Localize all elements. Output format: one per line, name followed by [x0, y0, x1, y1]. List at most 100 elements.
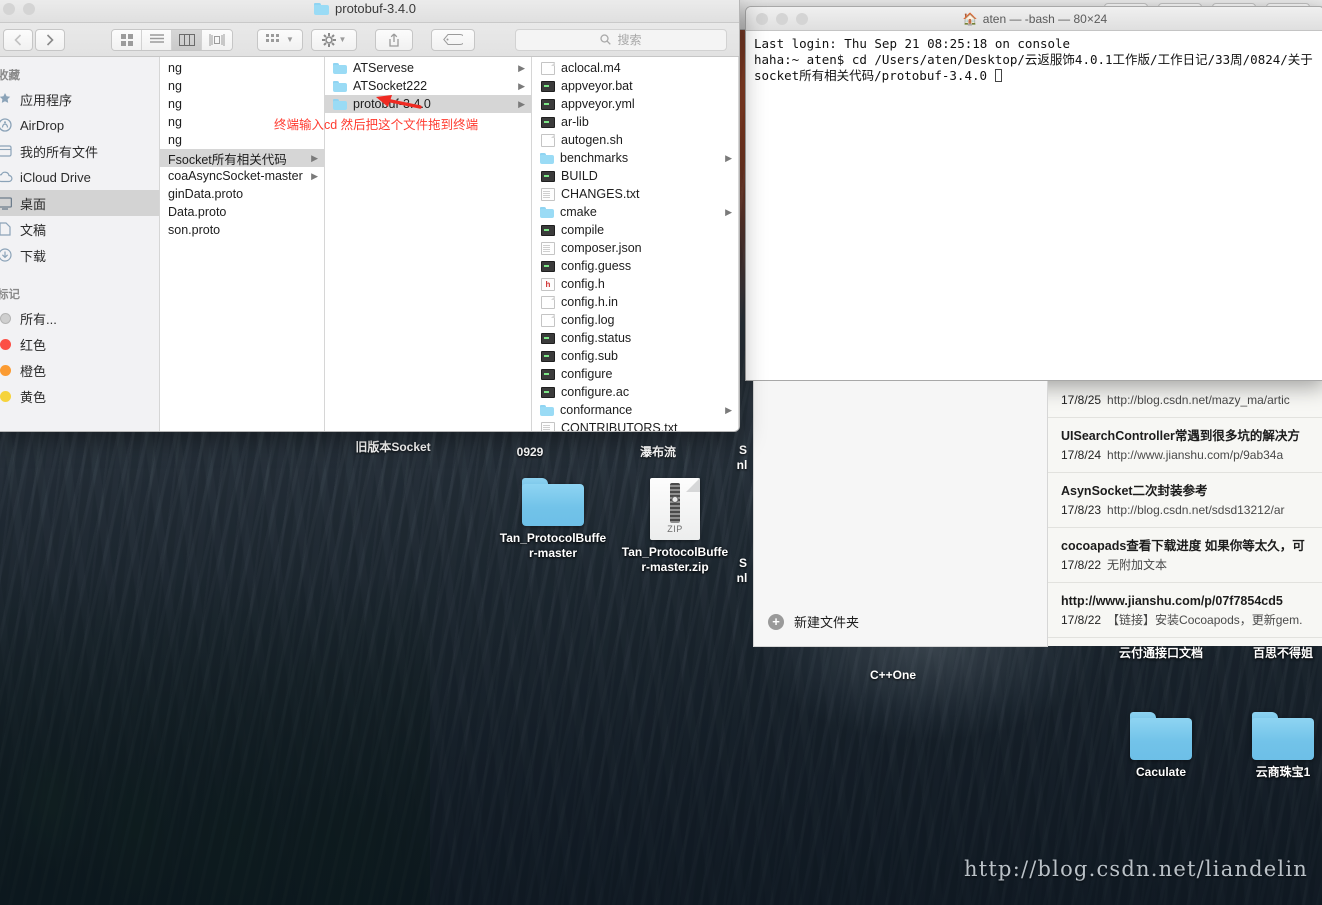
terminal-output[interactable]: Last login: Thu Sep 21 08:25:18 on conso… [746, 31, 1322, 89]
annotation-text: 终端输入cd 然后把这个文件拖到终端 [274, 118, 479, 132]
file-row-label: appveyor.yml [561, 97, 635, 111]
sidebar-item-6[interactable]: 下载 [0, 242, 159, 268]
finder-window[interactable]: protobuf-3.4.0 ▼ ▼ 搜索 藏 应用程序 AirDrop 我的所… [0, 0, 740, 432]
file-row[interactable]: ng [160, 131, 324, 149]
file-row-label: son.proto [168, 223, 221, 237]
file-row[interactable]: ng [160, 59, 324, 77]
sidebar-item-1[interactable]: AirDrop [0, 112, 159, 138]
file-row[interactable]: protobuf-3.4.0 ▶ [325, 95, 531, 113]
sidebar-item-4[interactable]: 桌面 [0, 190, 159, 216]
file-row[interactable]: autogen.sh [532, 131, 738, 149]
sidebar-tag-label: 橙色 [20, 363, 47, 379]
desktop-icon-yunshang-zhubao-1[interactable]: 云商珠宝1 [1228, 712, 1322, 780]
note-meta: 17/8/24 http://www.jianshu.com/p/9ab34a [1061, 447, 1314, 463]
note-snippet: http://blog.csdn.net/sdsd13212/ar [1107, 503, 1285, 517]
list-view-button[interactable] [142, 29, 172, 50]
file-row[interactable]: ATServese ▶ [325, 59, 531, 77]
sidebar-tag-item-0[interactable]: 所有... [0, 305, 159, 331]
file-row[interactable]: ng [160, 95, 324, 113]
file-row[interactable]: configure.ac [532, 383, 738, 401]
file-row[interactable]: h config.h [532, 275, 738, 293]
file-row[interactable]: appveyor.yml [532, 95, 738, 113]
file-row[interactable]: benchmarks ▶ [532, 149, 738, 167]
executable-icon [541, 225, 555, 236]
terminal-cursor [994, 69, 1002, 82]
file-row[interactable]: config.log [532, 311, 738, 329]
file-row[interactable]: ATSocket222 ▶ [325, 77, 531, 95]
desktop-icon-tan-protocolbuffer-master-zip[interactable]: ZIP Tan_ProtocolBuffer-master.zip [620, 478, 730, 575]
finder-column-4[interactable]: aclocal.m4 appveyor.bat appveyor.yml ar-lib… [532, 57, 739, 431]
sidebar-item-2[interactable]: 我的所有文件 [0, 138, 159, 164]
file-row-label: ng [168, 115, 182, 129]
finder-toolbar[interactable]: ▼ ▼ 搜索 [0, 23, 739, 57]
column-view-button[interactable] [172, 29, 202, 50]
desktop-label-cpp-one: C++One [869, 668, 917, 682]
folder-icon [333, 80, 347, 93]
tag-dot-icon [0, 363, 13, 377]
file-row[interactable]: cmake ▶ [532, 203, 738, 221]
search-icon [600, 34, 612, 45]
terminal-title-text: aten — -bash — 80×24 [982, 11, 1108, 26]
view-mode-segmented-control[interactable] [111, 28, 233, 51]
sidebar-tag-item-1[interactable]: 红色 [0, 331, 159, 357]
sidebar-item-0[interactable]: 应用程序 [0, 86, 159, 112]
sidebar-tag-item-2[interactable]: 橙色 [0, 357, 159, 383]
file-row[interactable]: configure [532, 365, 738, 383]
sidebar-tag-label: 黄色 [20, 389, 47, 405]
file-row[interactable]: CONTRIBUTORS.txt [532, 419, 738, 431]
file-row[interactable]: config.guess [532, 257, 738, 275]
file-row[interactable]: CHANGES.txt [532, 185, 738, 203]
note-list-item[interactable]: UISearchController常遇到很多坑的解决方 17/8/24 http:… [1047, 418, 1322, 473]
chevron-right-icon: ▶ [725, 152, 732, 163]
file-row[interactable]: conformance ▶ [532, 401, 738, 419]
file-row[interactable]: ng [160, 77, 324, 95]
file-row[interactable]: ar-lib [532, 113, 738, 131]
note-date: 17/8/25 [1061, 393, 1102, 407]
plus-icon[interactable]: + [768, 613, 784, 630]
back-button[interactable] [3, 28, 33, 51]
desktop-icon-label: Tan_ProtocolBuffer-master.zip [621, 545, 729, 574]
file-row[interactable]: BUILD [532, 167, 738, 185]
file-row[interactable]: aclocal.m4 [532, 59, 738, 77]
desktop-icon-tan-protocolbuffer-master[interactable]: Tan_ProtocolBuffer-master [498, 478, 608, 561]
zip-archive-icon: ZIP [650, 478, 700, 540]
terminal-window[interactable]: 🏠 aten — -bash — 80×24 Last login: Thu S… [745, 6, 1322, 381]
desktop-label-waterfall: 瀑布流 [639, 445, 676, 459]
share-button[interactable] [375, 28, 413, 51]
coverflow-view-button[interactable] [202, 29, 232, 50]
terminal-line-1: Last login: Thu Sep 21 08:25:18 on conso… [754, 36, 1071, 51]
note-list-item[interactable]: cocoapads查看下载进度 如果你等太久，可 17/8/22 无附加文本 [1047, 528, 1322, 583]
file-row[interactable]: Data.proto [160, 203, 324, 221]
file-row[interactable]: son.proto [160, 221, 324, 239]
file-row[interactable]: Fsocket所有相关代码 ▶ [160, 149, 324, 167]
note-list-item[interactable]: 17/8/25 http://blog.csdn.net/mazy_ma/arti… [1047, 379, 1322, 418]
arrange-by-button[interactable]: ▼ [257, 28, 303, 51]
file-row[interactable]: config.status [532, 329, 738, 347]
search-input[interactable]: 搜索 [515, 28, 727, 51]
icon-view-button[interactable] [112, 29, 142, 50]
new-folder-panel[interactable]: + 新建文件夹 [753, 597, 1048, 647]
annotation-arrow-icon [376, 93, 422, 116]
file-row[interactable]: ginData.proto [160, 185, 324, 203]
file-row[interactable]: composer.json [532, 239, 738, 257]
file-row-label: CONTRIBUTORS.txt [561, 421, 678, 431]
file-row[interactable]: compile [532, 221, 738, 239]
note-meta: 17/8/22 无附加文本 [1061, 557, 1314, 573]
header-file-icon: h [541, 277, 555, 291]
desktop-icon-caculate[interactable]: Caculate [1106, 712, 1216, 780]
finder-sidebar[interactable]: 收藏 应用程序 AirDrop 我的所有文件 iCloud Drive 桌面文稿下载 标… [0, 57, 160, 431]
forward-button[interactable] [35, 28, 65, 51]
file-row-label: ginData.proto [168, 187, 244, 201]
sidebar-tag-item-3[interactable]: 黄色 [0, 383, 159, 409]
desktop-label-edge-nl1: nl [736, 458, 748, 472]
file-row[interactable]: coaAsyncSocket-master ▶ [160, 167, 324, 185]
action-menu-button[interactable]: ▼ [311, 28, 357, 51]
sidebar-item-3[interactable]: iCloud Drive [0, 164, 159, 190]
note-list-item[interactable]: AsynSocket二次封装参考 17/8/23 http://blog.csdn.… [1047, 473, 1322, 528]
file-row[interactable]: config.h.in [532, 293, 738, 311]
sidebar-item-5[interactable]: 文稿 [0, 216, 159, 242]
file-row[interactable]: config.sub [532, 347, 738, 365]
note-list-item[interactable]: http://www.jianshu.com/p/07f7854cd5 17/8/… [1047, 583, 1322, 638]
tag-button[interactable] [431, 28, 475, 51]
file-row[interactable]: appveyor.bat [532, 77, 738, 95]
